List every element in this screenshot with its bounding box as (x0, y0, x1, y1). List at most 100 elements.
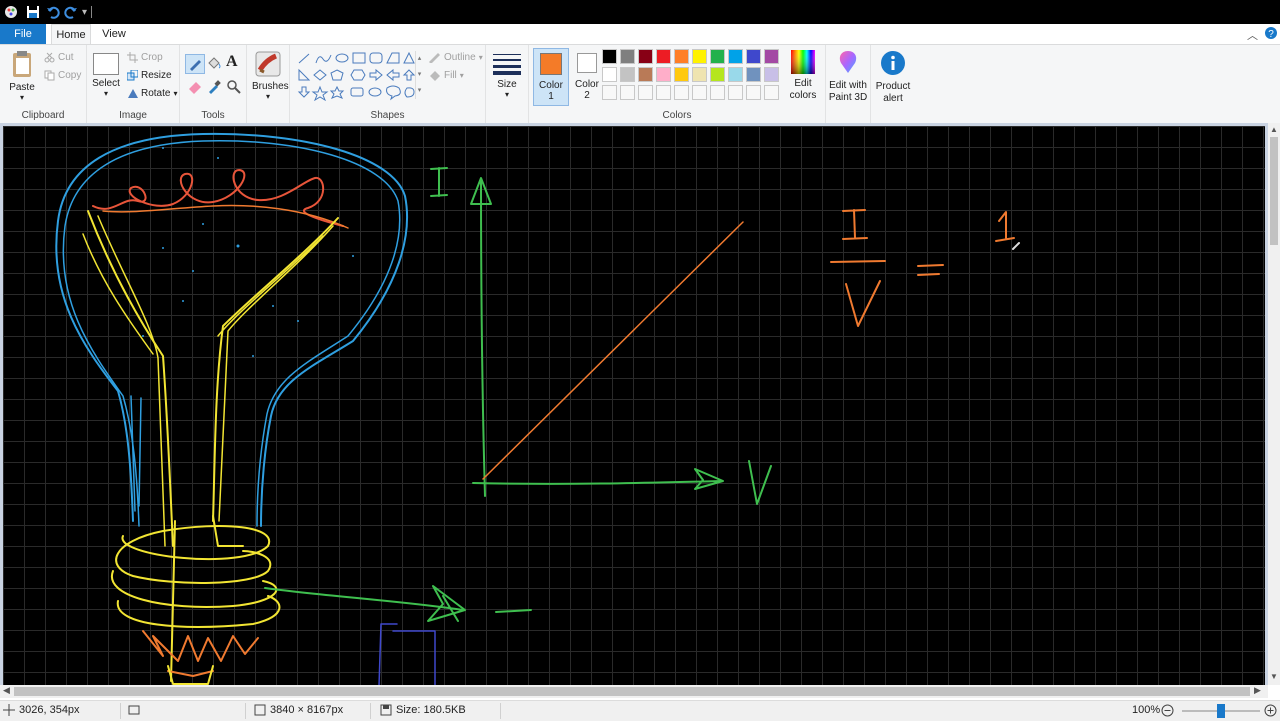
palette-swatch[interactable] (656, 67, 671, 82)
palette-swatch[interactable] (710, 49, 725, 64)
select-label: Select (92, 78, 120, 89)
color2-swatch (577, 53, 597, 73)
palette-swatch[interactable] (710, 67, 725, 82)
size-group: Size ▾ (486, 45, 529, 123)
scroll-left-icon[interactable]: ◀ (3, 685, 10, 696)
brushes-dropdown-icon[interactable]: ▾ (252, 92, 284, 101)
eraser-icon (189, 82, 201, 94)
pencil-tool-button[interactable] (185, 54, 205, 74)
palette-swatch[interactable] (602, 49, 617, 64)
fill-dropdown-icon[interactable]: ▾ (460, 71, 464, 80)
palette-swatch[interactable] (674, 67, 689, 82)
crop-button[interactable]: Crop (127, 52, 163, 63)
palette-swatch[interactable] (602, 67, 617, 82)
rotate-label: Rotate (141, 88, 171, 99)
image-dimensions: 3840 × 8167px (254, 704, 343, 716)
redo-icon[interactable] (64, 5, 78, 19)
palette-swatch[interactable] (764, 67, 779, 82)
palette-swatch[interactable] (728, 85, 743, 100)
tab-file[interactable]: File (0, 24, 46, 44)
palette-swatch[interactable] (620, 67, 635, 82)
select-dropdown-icon[interactable]: ▾ (92, 89, 120, 98)
size-dropdown-icon[interactable]: ▾ (492, 90, 522, 99)
color1-button[interactable]: Color 1 (533, 48, 569, 106)
paste-dropdown-icon[interactable]: ▾ (8, 93, 36, 102)
scroll-up-icon[interactable]: ▲ (1270, 125, 1278, 134)
palette-swatch[interactable] (746, 67, 761, 82)
vertical-scroll-thumb[interactable] (1270, 137, 1278, 245)
tab-view[interactable]: View (96, 24, 132, 44)
palette-swatch[interactable] (656, 85, 671, 100)
title-bar: ▾ (0, 0, 1280, 24)
ribbon-tab-row: File Home View ︿ ? (0, 24, 1280, 45)
zoom-in-icon[interactable] (1264, 704, 1277, 720)
brushes-button[interactable]: Brushes ▾ (252, 50, 289, 101)
cursor-mark (1012, 242, 1020, 250)
shapes-scroll[interactable]: ▴ ▾ ▾ (415, 51, 423, 99)
palette-swatch[interactable] (764, 49, 779, 64)
tab-home[interactable]: Home (51, 24, 91, 45)
palette-swatch[interactable] (674, 49, 689, 64)
undo-icon[interactable] (46, 5, 60, 19)
horizontal-scroll-thumb[interactable] (14, 687, 1250, 696)
fill-tool-button[interactable] (206, 55, 222, 74)
customize-quick-access-icon[interactable]: ▾ (82, 7, 87, 18)
edit-with-paint3d-button[interactable]: Edit with Paint 3D (827, 49, 869, 104)
help-icon[interactable]: ? (1264, 26, 1278, 43)
color2-button[interactable]: Color 2 (570, 48, 604, 104)
size-button[interactable]: Size ▾ (492, 52, 522, 99)
palette-swatch[interactable] (764, 85, 779, 100)
resize-button[interactable]: Resize (127, 70, 172, 81)
scroll-down-icon[interactable]: ▼ (1270, 672, 1278, 681)
palette-swatch[interactable] (602, 85, 617, 100)
rotate-dropdown-icon[interactable]: ▾ (173, 89, 177, 98)
zoom-slider-thumb[interactable] (1217, 704, 1225, 718)
palette-swatch[interactable] (620, 49, 635, 64)
palette-swatch[interactable] (638, 67, 653, 82)
palette-swatch[interactable] (638, 49, 653, 64)
palette-swatch[interactable] (674, 85, 689, 100)
palette-swatch[interactable] (620, 85, 635, 100)
bulb-speckles (142, 147, 354, 357)
quick-access-toolbar: ▾ (4, 4, 93, 20)
product-alert-button[interactable]: Product alert (872, 50, 914, 105)
drawing-canvas[interactable] (3, 126, 1265, 685)
save-icon[interactable] (26, 5, 40, 19)
magnifier-tool-button[interactable] (226, 79, 242, 98)
text-tool-icon[interactable]: A (226, 53, 238, 71)
outline-button[interactable]: Outline ▾ (428, 52, 483, 63)
collapse-ribbon-icon[interactable]: ︿ (1247, 27, 1258, 43)
scroll-right-icon[interactable]: ▶ (1254, 685, 1261, 696)
cut-button[interactable]: Cut (44, 52, 74, 63)
palette-swatch[interactable] (728, 67, 743, 82)
palette-swatch[interactable] (638, 85, 653, 100)
status-separator (370, 703, 371, 719)
color-picker-tool-button[interactable] (206, 79, 222, 98)
palette-swatch[interactable] (692, 67, 707, 82)
color1-number: 1 (548, 91, 554, 102)
copy-button[interactable]: Copy (44, 70, 81, 81)
select-button[interactable]: Select ▾ (92, 53, 120, 98)
product-alert-label-2: alert (883, 93, 903, 104)
fill-button[interactable]: Fill ▾ (428, 70, 464, 81)
vertical-scrollbar[interactable]: ▲ ▼ (1268, 123, 1280, 685)
palette-swatch[interactable] (656, 49, 671, 64)
outline-dropdown-icon[interactable]: ▾ (479, 53, 483, 62)
palette-swatch[interactable] (746, 49, 761, 64)
status-separator (500, 703, 501, 719)
shapes-gallery[interactable] (297, 51, 415, 101)
product-alert-group: Product alert (871, 45, 915, 123)
horizontal-scrollbar[interactable]: ◀ ▶ (0, 685, 1268, 698)
palette-swatch[interactable] (692, 49, 707, 64)
rotate-button[interactable]: Rotate ▾ (127, 88, 177, 99)
colors-group: Color 1 Color 2 Edit colors Colors (529, 45, 826, 123)
paste-button[interactable]: Paste ▾ (8, 49, 36, 102)
edit-colors-button[interactable]: Edit colors (786, 49, 820, 102)
color-wheel-icon (791, 50, 815, 74)
palette-swatch[interactable] (692, 85, 707, 100)
palette-swatch[interactable] (728, 49, 743, 64)
palette-swatch[interactable] (746, 85, 761, 100)
eraser-tool-button[interactable] (187, 80, 203, 97)
palette-swatch[interactable] (710, 85, 725, 100)
zoom-out-icon[interactable] (1161, 704, 1174, 720)
